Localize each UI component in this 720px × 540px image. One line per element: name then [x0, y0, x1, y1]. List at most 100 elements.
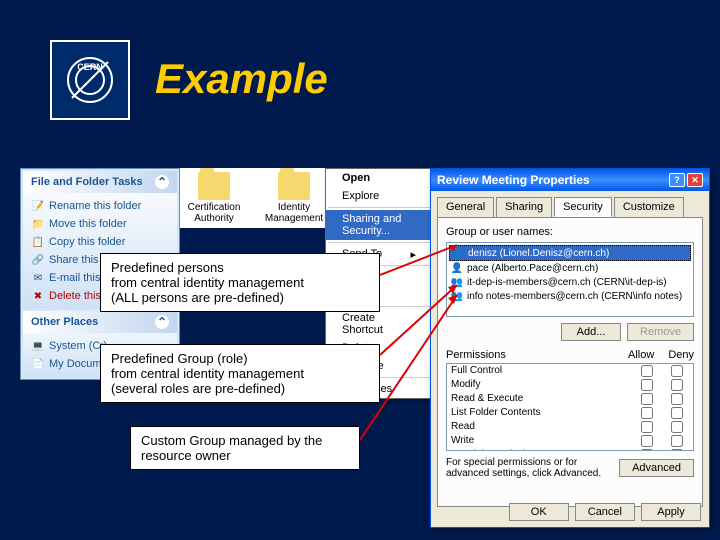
deny-checkbox[interactable] — [671, 393, 683, 405]
deny-checkbox[interactable] — [671, 435, 683, 447]
callout-persons: Predefined persons from central identity… — [100, 253, 380, 312]
remove-button[interactable]: Remove — [627, 323, 694, 341]
callout-line: from central identity management — [111, 366, 369, 381]
task-icon: ✉ — [31, 271, 45, 285]
folder-item[interactable]: Certification Authority — [184, 172, 244, 224]
collapse-icon[interactable]: ⌃ — [155, 315, 169, 329]
permission-row: Read — [447, 420, 693, 434]
permission-name: Write — [451, 435, 474, 447]
place-label: System (C:) — [49, 340, 107, 352]
task-item[interactable]: 📋 Copy this folder — [27, 233, 173, 251]
ok-button[interactable]: OK — [509, 503, 569, 521]
task-icon: 🔗 — [31, 253, 45, 267]
panel-title: File and Folder Tasks — [31, 176, 143, 188]
context-menu-item[interactable]: Sharing and Security... — [326, 210, 432, 240]
tab-general[interactable]: General — [437, 197, 494, 217]
folder-item[interactable]: Identity Management — [264, 172, 324, 224]
permission-row: List Folder Contents — [447, 406, 693, 420]
allow-checkbox[interactable] — [641, 365, 653, 377]
user-icon: 👥 — [451, 276, 463, 288]
task-icon: 📁 — [31, 217, 45, 231]
task-label: Copy this folder — [49, 236, 125, 248]
allow-checkbox[interactable] — [641, 407, 653, 419]
deny-checkbox[interactable] — [671, 407, 683, 419]
permission-name: Modify — [451, 379, 480, 391]
permission-name: Read — [451, 421, 475, 433]
cern-logo: CERN — [50, 40, 130, 120]
properties-dialog: Review Meeting Properties ? ✕ GeneralSha… — [430, 168, 710, 528]
close-icon[interactable]: ✕ — [687, 173, 703, 187]
task-item[interactable]: 📝 Rename this folder — [27, 197, 173, 215]
deny-checkbox[interactable] — [671, 365, 683, 377]
task-icon: 📝 — [31, 199, 45, 213]
group-listbox[interactable]: 👤denisz (Lionel.Denisz@cern.ch)👤pace (Al… — [446, 242, 694, 317]
advanced-text: For special permissions or for advanced … — [446, 457, 613, 479]
permission-name: List Folder Contents — [451, 407, 541, 419]
apply-button[interactable]: Apply — [641, 503, 701, 521]
group-name: pace (Alberto.Pace@cern.ch) — [467, 263, 598, 274]
permission-row: Special Permissions — [447, 448, 693, 451]
add-button[interactable]: Add... — [561, 323, 621, 341]
panel-header-places[interactable]: Other Places ⌃ — [23, 311, 177, 333]
panel-header-tasks[interactable]: File and Folder Tasks ⌃ — [23, 171, 177, 193]
tab-customize[interactable]: Customize — [614, 197, 684, 217]
permission-name: Full Control — [451, 365, 502, 377]
separator — [328, 207, 430, 208]
permission-name: Special Permissions — [451, 449, 541, 451]
slide-title: Example — [155, 55, 328, 103]
task-icon: 📋 — [31, 235, 45, 249]
context-menu-item[interactable]: Open — [326, 169, 432, 187]
separator — [328, 242, 430, 243]
folder-icon — [198, 172, 230, 200]
callout-line: from central identity management — [111, 275, 369, 290]
callout-line: Predefined Group (role) — [111, 351, 369, 366]
tab-security[interactable]: Security — [554, 197, 612, 217]
dialog-titlebar[interactable]: Review Meeting Properties ? ✕ — [431, 169, 709, 191]
permission-row: Write — [447, 434, 693, 448]
group-row[interactable]: 👥it-dep-is-members@cern.ch (CERN\it-dep-… — [449, 275, 691, 289]
place-icon: 💻 — [31, 339, 45, 353]
task-icon: ✖ — [31, 289, 45, 303]
allow-checkbox[interactable] — [641, 435, 653, 447]
cancel-button[interactable]: Cancel — [575, 503, 635, 521]
user-icon: 👤 — [452, 247, 464, 259]
callout-line: resource owner — [141, 448, 349, 463]
folder-label: Certification Authority — [184, 202, 244, 224]
permissions-list: Full Control Modify Read & Execute List Fol… — [446, 363, 694, 451]
group-row[interactable]: 👤pace (Alberto.Pace@cern.ch) — [449, 261, 691, 275]
callout-line: Custom Group managed by the — [141, 433, 349, 448]
context-menu-item[interactable]: Explore — [326, 187, 432, 205]
callout-line: Predefined persons — [111, 260, 369, 275]
permission-row: Modify — [447, 378, 693, 392]
advanced-button[interactable]: Advanced — [619, 459, 694, 477]
allow-checkbox[interactable] — [641, 379, 653, 391]
task-label: Rename this folder — [49, 200, 141, 212]
place-icon: 📄 — [31, 357, 45, 371]
permission-row: Full Control — [447, 364, 693, 378]
deny-checkbox[interactable] — [671, 449, 683, 451]
callout-group: Predefined Group (role) from central ide… — [100, 344, 380, 403]
allow-checkbox[interactable] — [641, 449, 653, 451]
allow-checkbox[interactable] — [641, 421, 653, 433]
group-names-label: Group or user names: — [446, 226, 694, 238]
permissions-label: Permissions — [446, 349, 506, 361]
user-icon: 👥 — [451, 290, 463, 302]
callout-line: (ALL persons are pre-defined) — [111, 290, 369, 305]
group-row[interactable]: 👤denisz (Lionel.Denisz@cern.ch) — [449, 245, 691, 261]
allow-checkbox[interactable] — [641, 393, 653, 405]
deny-checkbox[interactable] — [671, 421, 683, 433]
deny-checkbox[interactable] — [671, 379, 683, 391]
folder-icon — [278, 172, 310, 200]
deny-label: Deny — [668, 349, 694, 361]
group-row[interactable]: 👥info notes-members@cern.ch (CERN\info n… — [449, 289, 691, 303]
help-icon[interactable]: ? — [669, 173, 685, 187]
collapse-icon[interactable]: ⌃ — [155, 175, 169, 189]
folder-label: Identity Management — [264, 202, 324, 224]
callout-custom: Custom Group managed by the resource own… — [130, 426, 360, 470]
permission-name: Read & Execute — [451, 393, 523, 405]
task-item[interactable]: 📁 Move this folder — [27, 215, 173, 233]
task-label: Move this folder — [49, 218, 127, 230]
dialog-title: Review Meeting Properties — [437, 173, 590, 187]
tab-sharing[interactable]: Sharing — [496, 197, 552, 217]
context-menu-item[interactable]: Create Shortcut — [326, 309, 432, 339]
